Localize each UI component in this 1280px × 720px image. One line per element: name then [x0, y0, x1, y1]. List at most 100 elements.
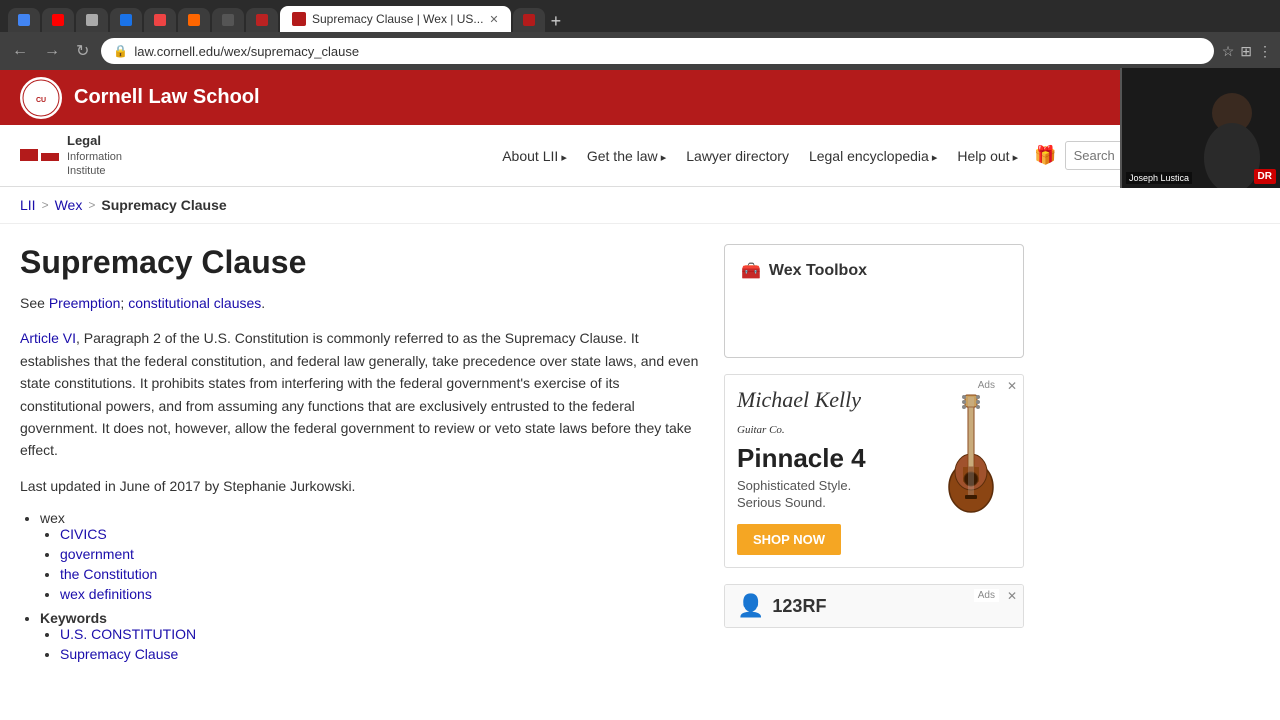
keywords-list: Keywords U.S. CONSTITUTION Supremacy Cla… — [40, 610, 700, 662]
favicon-4 — [120, 14, 132, 26]
kw-supremacy: Supremacy Clause — [60, 646, 700, 662]
breadcrumb-lii-link[interactable]: LII — [20, 197, 36, 213]
get-law-link[interactable]: Get the law — [579, 144, 674, 168]
wex-label: wex — [40, 510, 65, 526]
tab-inactive-3[interactable] — [76, 8, 108, 32]
lii-institute-text: Institute — [67, 165, 106, 177]
ad-box-guitar: Ads ✕ Michael Kelly Guitar Co. Pinnacle … — [724, 374, 1024, 568]
lii-logo-lines — [20, 149, 59, 161]
tab-inactive-lii[interactable] — [513, 8, 545, 32]
help-out-link[interactable]: Help out — [949, 144, 1026, 168]
wex-toolbox-title: 🧰 Wex Toolbox — [741, 261, 1007, 281]
list-item-civics: CIVICS — [60, 526, 700, 542]
about-lii-link[interactable]: About LII — [494, 144, 575, 168]
tab-inactive-8[interactable] — [246, 8, 278, 32]
favicon-2 — [52, 14, 64, 26]
tab-inactive-6[interactable] — [178, 8, 210, 32]
tab-inactive-1[interactable] — [8, 8, 40, 32]
ad-shop-button[interactable]: SHOP NOW — [737, 524, 841, 555]
article-vi-link[interactable]: Article VI — [20, 330, 76, 346]
forward-button[interactable]: → — [40, 40, 64, 62]
svg-text:CU: CU — [36, 97, 46, 104]
url-text: law.cornell.edu/wex/supremacy_clause — [134, 44, 359, 59]
wex-toolbox-label: Wex Toolbox — [769, 262, 867, 280]
address-bar[interactable]: 🔒 law.cornell.edu/wex/supremacy_clause — [101, 38, 1213, 64]
wex-sub-list: CIVICS government the Constitution wex d… — [60, 526, 700, 602]
breadcrumb-sep-2: > — [88, 198, 95, 212]
breadcrumb-sep-1: > — [42, 198, 49, 212]
list-item-wex-defs: wex definitions — [60, 586, 700, 602]
wex-toolbox: 🧰 Wex Toolbox — [724, 244, 1024, 358]
content-left: Supremacy Clause See Preemption; constit… — [20, 244, 700, 669]
ad-box-123rf: Ads ✕ 👤 123RF — [724, 584, 1024, 628]
lii-info-text: Information — [67, 151, 122, 163]
tab-inactive-7[interactable] — [212, 8, 244, 32]
keywords-item: Keywords U.S. CONSTITUTION Supremacy Cla… — [40, 610, 700, 662]
cornell-header: CU Cornell Law School Search Cornell — [0, 70, 1280, 125]
government-link[interactable]: government — [60, 546, 134, 562]
content-right: 🧰 Wex Toolbox Ads ✕ Michael Kelly Guitar… — [724, 244, 1024, 669]
cornell-logo: CU Cornell Law School — [20, 77, 260, 119]
guitar-svg — [941, 387, 1001, 517]
tab-bar: Supremacy Clause | Wex | US... ✕ + — [0, 0, 1280, 32]
favicon-lii — [523, 14, 535, 26]
gift-icon[interactable]: 🎁 — [1034, 145, 1056, 166]
article-body-text: , Paragraph 2 of the U.S. Constitution i… — [20, 330, 698, 458]
const-clauses-link[interactable]: constitutional clauses — [128, 295, 261, 311]
tab-inactive-5[interactable] — [144, 8, 176, 32]
toolbox-icon: 🧰 — [741, 261, 761, 281]
tab-inactive-2[interactable] — [42, 8, 74, 32]
favicon-3 — [86, 14, 98, 26]
back-button[interactable]: ← — [8, 40, 32, 62]
last-updated: Last updated in June of 2017 by Stephani… — [20, 478, 700, 494]
lii-logo-text: Legal Information Institute — [67, 133, 122, 178]
wex-definitions-link[interactable]: wex definitions — [60, 586, 152, 602]
ad-brand: Michael Kelly Guitar Co. — [737, 387, 919, 439]
tab-active[interactable]: Supremacy Clause | Wex | US... ✕ — [280, 6, 511, 32]
us-constitution-link[interactable]: U.S. CONSTITUTION — [60, 626, 196, 642]
webcam-person-name: Joseph Lustica — [1126, 172, 1192, 184]
ad2-icon: 👤 — [737, 593, 764, 619]
see-label: See — [20, 295, 49, 311]
new-tab-button[interactable]: + — [551, 11, 562, 32]
main-content: Supremacy Clause See Preemption; constit… — [0, 224, 1280, 689]
civics-link[interactable]: CIVICS — [60, 526, 107, 542]
menu-button[interactable]: ⋮ — [1258, 43, 1272, 60]
ad-product: Pinnacle 4 — [737, 443, 919, 474]
list-item-government: government — [60, 546, 700, 562]
lawyer-dir-link[interactable]: Lawyer directory — [678, 144, 797, 168]
wex-toolbox-body — [741, 281, 1007, 341]
keywords-label: Keywords — [40, 610, 107, 626]
cornell-seal: CU — [20, 77, 62, 119]
legal-enc-link[interactable]: Legal encyclopedia — [801, 144, 945, 168]
kw-us-const: U.S. CONSTITUTION — [60, 626, 700, 642]
favicon-1 — [18, 14, 30, 26]
breadcrumb-wex-link[interactable]: Wex — [55, 197, 83, 213]
webcam-overlay: Joseph Lustica DR — [1120, 68, 1280, 188]
reload-button[interactable]: ↻ — [72, 39, 93, 63]
lii-line-red-2 — [41, 153, 59, 161]
list-item-constitution: the Constitution — [60, 566, 700, 582]
ad-close-1[interactable]: ✕ — [1007, 379, 1017, 393]
favicon-6 — [188, 14, 200, 26]
preemption-link[interactable]: Preemption — [49, 295, 121, 311]
star-button[interactable]: ☆ — [1222, 43, 1235, 60]
ad-close-2[interactable]: ✕ — [1007, 589, 1017, 603]
ad2-brand-text: 123RF — [772, 596, 826, 617]
page-title: Supremacy Clause — [20, 244, 700, 281]
constitution-link[interactable]: the Constitution — [60, 566, 157, 582]
supremacy-clause-link[interactable]: Supremacy Clause — [60, 646, 178, 662]
close-tab-button[interactable]: ✕ — [489, 13, 498, 26]
ad-brand-name: Michael Kelly — [737, 387, 861, 412]
address-bar-row: ← → ↻ 🔒 law.cornell.edu/wex/supremacy_cl… — [0, 32, 1280, 70]
ad-subtitle: Guitar Co. — [737, 424, 785, 436]
ad-label-1: Ads — [974, 379, 999, 392]
ad-guitar-image — [931, 387, 1011, 517]
ad-tagline: Sophisticated Style. Serious Sound. — [737, 478, 919, 512]
extensions-button[interactable]: ⊞ — [1240, 43, 1252, 60]
ad-label-2: Ads — [974, 589, 999, 602]
tab-inactive-4[interactable] — [110, 8, 142, 32]
keywords-sub-list: U.S. CONSTITUTION Supremacy Clause — [60, 626, 700, 662]
lii-line-red-1 — [20, 149, 38, 161]
favicon-5 — [154, 14, 166, 26]
